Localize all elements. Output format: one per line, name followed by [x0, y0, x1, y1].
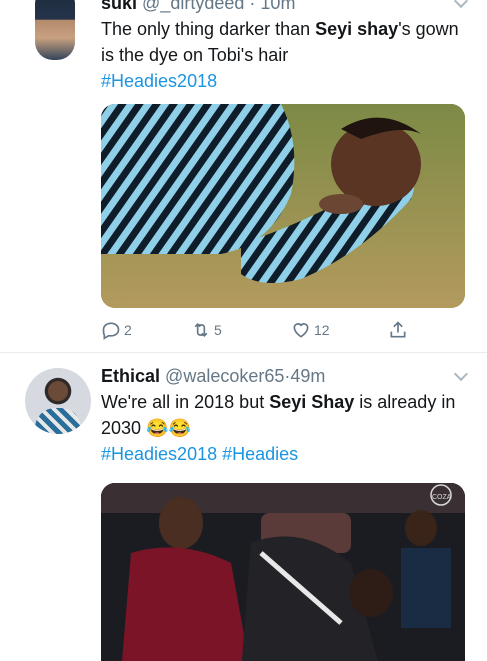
chevron-down-icon[interactable]: [454, 369, 468, 383]
avatar[interactable]: [25, 368, 91, 434]
reply-button[interactable]: 2: [101, 320, 132, 340]
like-button[interactable]: 12: [291, 320, 330, 340]
like-count: 12: [314, 322, 330, 338]
share-icon: [390, 321, 406, 338]
hashtag-link[interactable]: #Headies2018: [101, 444, 217, 464]
reply-icon: [102, 322, 120, 340]
text-highlight: Seyi Shay: [269, 392, 355, 412]
hashtag-link[interactable]: #Headies2018: [101, 71, 217, 91]
watermark-text: COZA: [432, 494, 452, 501]
tweet-text: The only thing darker than Seyi shay's g…: [101, 16, 471, 94]
reply-count: 2: [124, 322, 132, 338]
retweet-icon: [194, 322, 208, 338]
separator: ·: [249, 0, 256, 13]
tweet-header: Ethical @walecoker65·49m: [101, 365, 325, 387]
share-button[interactable]: [388, 320, 408, 340]
avatar-shirt: [35, 408, 81, 434]
photo-illustration: [101, 104, 465, 308]
retweet-count: 5: [214, 322, 222, 338]
avatar[interactable]: [35, 0, 75, 60]
retweet-button[interactable]: 5: [191, 320, 222, 340]
tweet-photo[interactable]: [101, 104, 465, 308]
photo-illustration: COZA: [101, 483, 465, 661]
timestamp[interactable]: 49m: [290, 366, 325, 386]
emoji: 😂😂: [146, 418, 191, 438]
user-handle[interactable]: @walecoker65: [165, 366, 284, 386]
user-handle[interactable]: @_dirtydeed: [142, 0, 244, 13]
tweet-header: suki @_dirtydeed · 10m: [101, 0, 295, 14]
hashtag-link[interactable]: #Headies: [222, 444, 298, 464]
text-highlight: Seyi shay: [315, 19, 399, 39]
tweet-photo[interactable]: COZA: [101, 483, 465, 661]
tweet-actions: 2 5 12: [101, 320, 421, 342]
display-name[interactable]: suki: [101, 0, 137, 13]
tweet-text: We're all in 2018 but Seyi Shay is alrea…: [101, 389, 471, 467]
like-icon: [293, 323, 309, 338]
text-part: The only thing darker than: [101, 19, 316, 39]
display-name[interactable]: Ethical: [101, 366, 160, 386]
text-part: We're all in 2018 but: [101, 392, 270, 412]
chevron-down-icon[interactable]: [454, 0, 468, 10]
timestamp[interactable]: 10m: [260, 0, 295, 13]
